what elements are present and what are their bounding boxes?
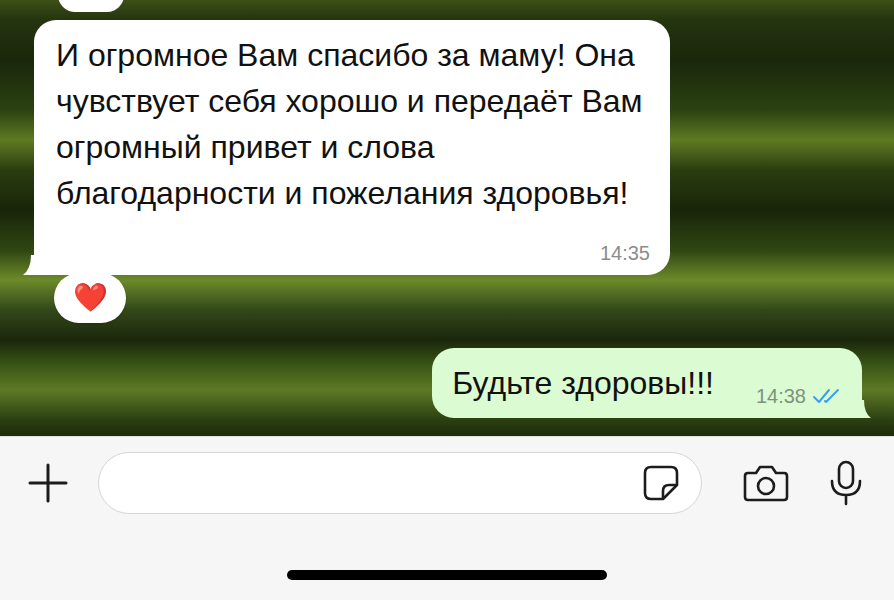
home-indicator	[287, 570, 607, 580]
microphone-icon[interactable]	[828, 459, 864, 507]
message-time: 14:35	[600, 241, 650, 265]
bubble-tail-icon	[21, 255, 37, 275]
double-check-icon	[812, 387, 842, 405]
message-row: Будьте здоровы!!! 14:38	[34, 348, 862, 418]
message-time: 14:38	[756, 384, 806, 408]
message-row: И огромное Вам спасибо за маму! Она чувс…	[34, 20, 862, 275]
message-meta: 14:35	[600, 241, 650, 265]
sticker-icon[interactable]	[641, 463, 681, 503]
reaction-badge[interactable]: ❤️	[54, 273, 126, 323]
chat-area: И огромное Вам спасибо за маму! Она чувс…	[0, 0, 894, 436]
composer-bar	[0, 436, 894, 600]
reaction-badge[interactable]	[58, 0, 124, 12]
plus-icon[interactable]	[26, 461, 70, 505]
message-text: Будьте здоровы!!!	[452, 365, 714, 401]
bubble-tail-icon	[859, 400, 873, 418]
message-bubble[interactable]: И огромное Вам спасибо за маму! Она чувс…	[34, 20, 670, 275]
message-meta: 14:38	[756, 384, 842, 408]
message-text: И огромное Вам спасибо за маму! Она чувс…	[56, 37, 643, 211]
camera-icon[interactable]	[742, 463, 790, 503]
message-bubble[interactable]: Будьте здоровы!!! 14:38	[432, 348, 862, 418]
message-input[interactable]	[98, 452, 702, 514]
chat-screen: И огромное Вам спасибо за маму! Она чувс…	[0, 0, 894, 600]
